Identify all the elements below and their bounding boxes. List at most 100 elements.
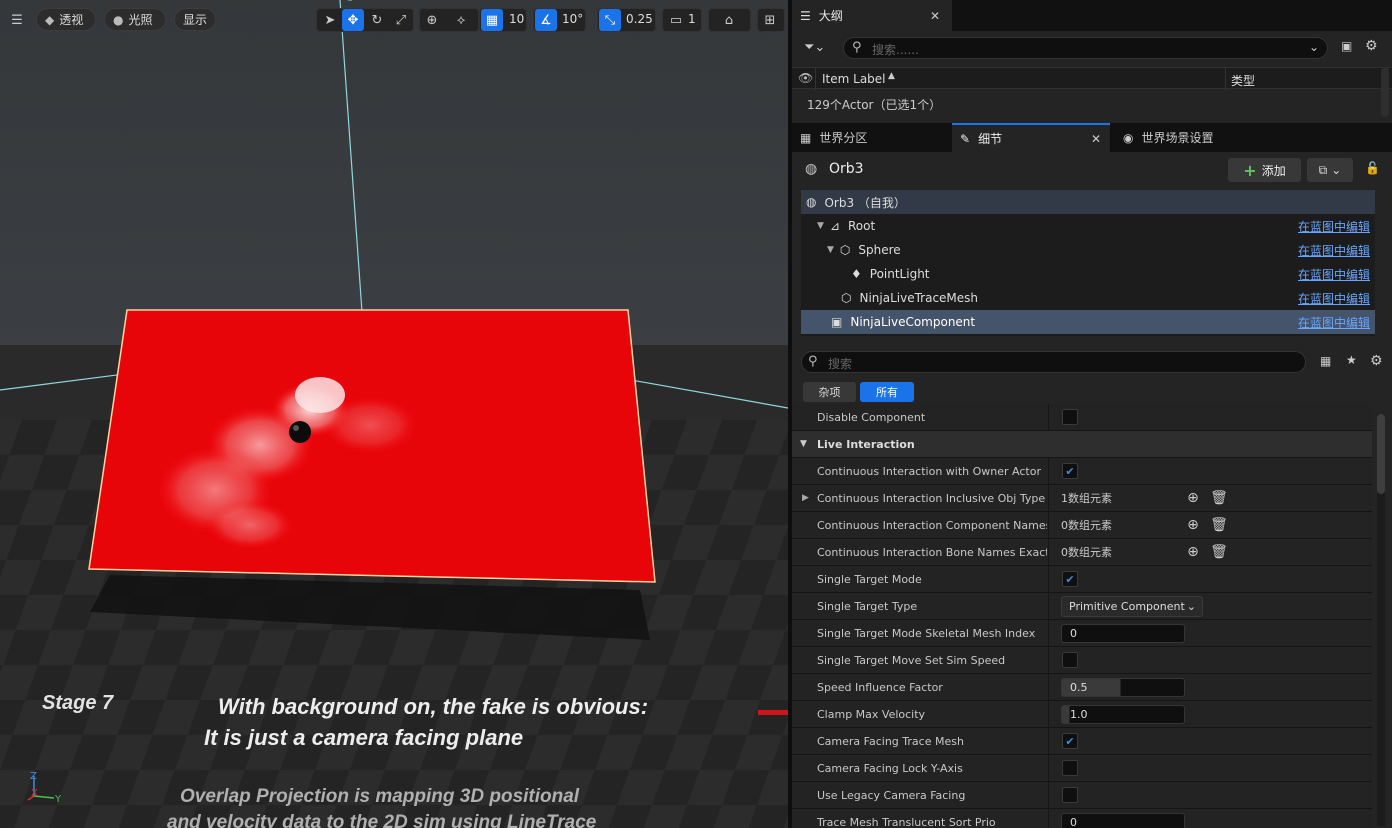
expand-arrow-icon[interactable]: ▼ [817,221,824,231]
lighting-button[interactable]: ● 光照 [104,8,166,31]
eye-icon[interactable]: 👁 [798,71,813,85]
add-element-icon[interactable]: ⊕ [1185,544,1201,560]
grid-snap-value[interactable]: 10 [509,12,524,26]
right-panel: ☰ 大纲 ✕ ⏷⌄ ⚲ 搜索...... ⌄ ▣ ⚙ 👁 Item Label … [792,0,1392,828]
cont-owner-checkbox[interactable]: ✔ [1062,463,1078,479]
actor-icon: ◍ [805,161,818,177]
rotation-snap-value[interactable]: 10° [562,12,583,26]
details-scrollbar-thumb[interactable] [1377,414,1385,494]
close-icon[interactable]: ✕ [1091,132,1101,146]
filter-all-button[interactable]: 所有 [860,382,914,402]
viewport-menu-button[interactable]: ☰ [6,9,28,31]
edit-in-blueprint-link[interactable]: 在蓝图中编辑 [1298,242,1370,259]
rotation-snap-toggle[interactable]: ∡ [535,9,557,31]
lock-icon[interactable]: 🔓 [1365,161,1380,175]
edit-in-blueprint-link[interactable]: 在蓝图中编辑 [1298,290,1370,307]
legacy-cam-facing-checkbox[interactable] [1062,787,1078,803]
scale-snap-icon: ⤡ [604,12,616,28]
show-button[interactable]: 显示 [174,8,216,31]
cam-facing-trace-checkbox[interactable]: ✔ [1062,733,1078,749]
tab-world-settings[interactable]: ◉ 世界场景设置 [1115,123,1275,152]
camera-speed-button[interactable]: ▭ [665,9,687,31]
table-view-icon[interactable]: ▦ [1320,354,1331,368]
col-type[interactable]: 类型 [1231,72,1255,89]
trash-icon[interactable]: 🗑 [1210,490,1228,506]
tree-row-sphere[interactable]: ▼ ⬡ Sphere 在蓝图中编辑 [801,238,1375,262]
edit-in-blueprint-link[interactable]: 在蓝图中编辑 [1298,218,1370,235]
add-element-icon[interactable]: ⊕ [1185,490,1201,506]
prop-cam-facing-trace: Camera Facing Trace Mesh ✔ [792,728,1372,755]
details-search-placeholder: 搜索 [828,357,853,371]
outliner-scrollbar[interactable] [1381,67,1389,117]
cam-facing-lock-checkbox[interactable] [1062,760,1078,776]
details-body: ◍ Orb3 + 添加 ⧉ ⌄ 🔓 ◍ Orb3 （自我） ▼ ⊿ Root 在… [792,152,1392,828]
array-count: 0数组元素 [1061,519,1112,532]
dropdown-value: Primitive Component [1069,599,1185,613]
actor-name[interactable]: Orb3 [829,161,864,177]
viewport-layout-button[interactable]: ⊞ [759,9,781,31]
details-search-input[interactable]: ⚲ 搜索 [801,351,1306,373]
grid-snap-toggle[interactable]: ▦ [481,9,503,31]
single-target-type-dropdown[interactable]: Primitive Component ⌄ [1061,595,1203,617]
blueprint-button[interactable]: ⧉ ⌄ [1307,158,1353,182]
trace-sort-prio-input[interactable]: 0 [1061,812,1185,828]
tree-row-self[interactable]: ◍ Orb3 （自我） [801,190,1375,214]
tab-world-partition[interactable]: ▦ 世界分区 [792,123,949,152]
trash-icon[interactable]: 🗑 [1210,544,1228,560]
edit-in-blueprint-link[interactable]: 在蓝图中编辑 [1298,266,1370,283]
search-icon: ⚲ [852,40,862,55]
star-icon[interactable]: ★ [1346,353,1357,367]
expand-arrow-icon[interactable]: ▶ [802,493,809,503]
number-value: 1.0 [1070,707,1088,721]
scale-icon: ⤢ [395,12,407,28]
scale-snap-toggle[interactable]: ⤡ [599,9,621,31]
prop-label: Speed Influence Factor [817,680,943,694]
translate-tool[interactable]: ✥ [342,9,364,31]
camera-speed-value[interactable]: 1 [688,12,696,26]
pilot-button[interactable]: ⌂ [718,9,740,31]
number-value: 0 [1070,815,1077,828]
single-target-mode-checkbox[interactable]: ✔ [1062,571,1078,587]
orb-sphere[interactable] [289,421,311,443]
tree-row-livecomponent[interactable]: ▣ NinjaLiveComponent 在蓝图中编辑 [801,310,1375,334]
filter-misc-button[interactable]: 杂项 [803,382,856,402]
tab-world-partition-label: 世界分区 [819,131,868,145]
check-icon: ✔ [1065,734,1075,748]
gear-icon[interactable]: ⚙ [1365,38,1378,54]
filter-icon[interactable]: ⏷⌄ [804,40,825,55]
tab-details[interactable]: ✎ 细节 ✕ [952,123,1110,152]
grid-icon: ▦ [485,12,499,28]
select-tool[interactable]: ➤ [319,9,341,31]
level-viewport[interactable]: ☰ ◆ 透视 ● 光照 显示 ➤ ✥ ↻ ⤢ ⊕ ⟡ ▦ 10 ∡ 10° ⤡ … [0,0,788,828]
section-live-interaction[interactable]: ▼ Live Interaction [792,431,1372,458]
clamp-max-velocity-slider[interactable]: 1.0 [1061,704,1185,724]
rotate-tool[interactable]: ↻ [366,9,388,31]
world-local-toggle[interactable]: ⊕ [421,9,443,31]
outliner-search-input[interactable]: ⚲ 搜索...... ⌄ [843,37,1328,59]
scale-snap-value[interactable]: 0.25 [626,12,653,26]
chevron-down-icon[interactable]: ⌄ [1309,40,1319,54]
globe-icon: ⊕ [426,12,438,28]
surface-snap-button[interactable]: ⟡ [450,9,472,31]
expand-arrow-icon[interactable]: ▼ [827,245,834,255]
outliner-header: 👁 Item Label ▲ 类型 [792,67,1392,90]
perspective-button[interactable]: ◆ 透视 [36,8,96,31]
disable-component-checkbox[interactable] [1062,409,1078,425]
speed-influence-slider[interactable]: 0.5 [1061,677,1185,697]
tree-row-pointlight[interactable]: ♦ PointLight 在蓝图中编辑 [801,262,1375,286]
trash-icon[interactable]: 🗑 [1210,517,1228,533]
add-element-icon[interactable]: ⊕ [1185,517,1201,533]
edit-in-blueprint-link[interactable]: 在蓝图中编辑 [1298,314,1370,331]
tree-row-tracemesh[interactable]: ⬡ NinjaLiveTraceMesh 在蓝图中编辑 [801,286,1375,310]
close-icon[interactable]: ✕ [930,9,940,23]
add-folder-icon[interactable]: ▣ [1341,39,1352,53]
tab-outliner[interactable]: ☰ 大纲 ✕ [792,0,952,31]
tree-row-root[interactable]: ▼ ⊿ Root 在蓝图中编辑 [801,214,1375,238]
col-item-label[interactable]: Item Label [822,72,886,86]
move-sim-speed-checkbox[interactable] [1062,652,1078,668]
gear-icon[interactable]: ⚙ [1370,353,1383,369]
prop-label: Single Target Move Set Sim Speed [817,653,1006,667]
scale-tool[interactable]: ⤢ [390,9,412,31]
skel-mesh-index-input[interactable]: 0 [1061,623,1185,643]
add-component-button[interactable]: + 添加 [1228,158,1301,182]
